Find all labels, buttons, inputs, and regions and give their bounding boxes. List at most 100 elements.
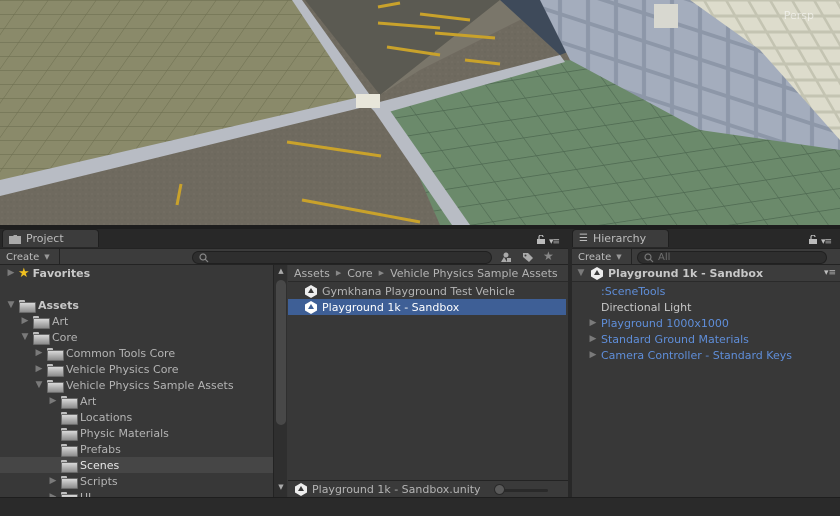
collapse-arrow-icon[interactable]: ▼ — [34, 380, 44, 390]
expand-arrow-icon[interactable]: ▶ — [588, 318, 598, 328]
folder-tree-item[interactable]: ▶ Art — [0, 393, 273, 409]
scene-view-projection-label[interactable]: Persp — [784, 9, 814, 22]
hierarchy-item-label: Camera Controller - Standard Keys — [601, 348, 792, 362]
hierarchy-item[interactable]: ▶ Camera Controller - Standard Keys — [572, 347, 840, 363]
project-file-list: Assets ▶ Core ▶ Vehicle Physics Sample A… — [288, 265, 568, 497]
collapse-arrow-icon[interactable]: ▼ — [20, 332, 30, 342]
tab-hierarchy[interactable]: ☰ Hierarchy — [572, 229, 669, 247]
folder-tree-item[interactable]: ▶ Vehicle Physics Core — [0, 361, 273, 377]
search-by-label-icon[interactable] — [522, 252, 534, 263]
hierarchy-create-button[interactable]: Create ▼ — [572, 249, 632, 265]
scene-viewport-render — [0, 0, 840, 225]
folder-icon — [47, 379, 64, 393]
hierarchy-toolbar: Create ▼ All — [572, 248, 840, 265]
hierarchy-list-icon: ☰ — [579, 233, 588, 244]
folder-icon — [33, 315, 50, 329]
collapse-arrow-icon[interactable]: ▼ — [6, 300, 16, 310]
folder-icon — [19, 299, 36, 313]
folder-tree-item[interactable]: ▼ Core — [0, 329, 273, 345]
expand-arrow-icon[interactable]: ▶ — [48, 396, 58, 406]
folder-icon — [61, 395, 78, 409]
selected-asset-path: Playground 1k - Sandbox.unity — [312, 482, 481, 496]
hierarchy-search-input[interactable]: All — [637, 251, 827, 264]
tab-project[interactable]: Project — [2, 229, 99, 247]
file-item-selected[interactable]: Playground 1k - Sandbox — [288, 299, 566, 315]
breadcrumb-item[interactable]: Core — [347, 267, 372, 280]
search-icon — [199, 252, 209, 262]
breadcrumb-item[interactable]: Assets — [294, 267, 330, 280]
breadcrumb-separator-icon: ▶ — [378, 269, 385, 277]
folder-tree-item[interactable]: ▶ Scripts — [0, 473, 273, 489]
breadcrumb: Assets ▶ Core ▶ Vehicle Physics Sample A… — [288, 265, 568, 282]
scene-header-row[interactable]: ▼ Playground 1k - Sandbox ▾≡ — [572, 265, 840, 282]
folder-tree-item[interactable]: ▼ Assets — [0, 297, 273, 313]
breadcrumb-item[interactable]: Vehicle Physics Sample Assets — [390, 267, 558, 280]
hierarchy-item[interactable]: :SceneTools — [572, 283, 840, 299]
project-search-input[interactable] — [192, 251, 492, 264]
hierarchy-item-label: Standard Ground Materials — [601, 332, 749, 346]
expand-arrow-icon[interactable]: ▶ — [34, 364, 44, 374]
dropdown-caret-icon: ▼ — [616, 253, 622, 261]
hierarchy-item[interactable]: Directional Light — [572, 299, 840, 315]
hierarchy-item[interactable]: ▶ Playground 1000x1000 — [572, 315, 840, 331]
folder-tree-item[interactable]: Physic Materials — [0, 425, 273, 441]
expand-arrow-icon[interactable]: ▶ — [588, 334, 598, 344]
scene-menu-icon[interactable]: ▾≡ — [824, 268, 836, 278]
folder-tree-item[interactable]: ▶ Common Tools Core — [0, 345, 273, 361]
folder-tree-item[interactable]: Prefabs — [0, 441, 273, 457]
folder-tree-item[interactable]: Scenes — [0, 457, 273, 473]
file-item-label: Gymkhana Playground Test Vehicle — [322, 284, 515, 298]
folder-tree-item-label: Physic Materials — [80, 426, 169, 440]
folder-tree-item-label: Vehicle Physics Sample Assets — [66, 378, 234, 392]
folder-icon — [61, 411, 78, 425]
expand-arrow-icon[interactable]: ▶ — [34, 348, 44, 358]
status-bar — [0, 497, 840, 516]
lock-icon[interactable] — [537, 235, 545, 244]
panel-menu-icon[interactable]: ▾≡ — [549, 237, 560, 247]
collapse-arrow-icon[interactable]: ▼ — [576, 268, 586, 278]
hierarchy-item[interactable]: ▶ Standard Ground Materials — [572, 331, 840, 347]
favorites-row[interactable]: ▶ ★ Favorites — [0, 265, 273, 281]
scroll-up-icon[interactable]: ▲ — [274, 267, 288, 279]
file-item-label: Playground 1k - Sandbox — [322, 300, 460, 314]
file-item[interactable]: Gymkhana Playground Test Vehicle — [288, 283, 568, 299]
folder-icon — [9, 234, 21, 244]
hierarchy-item-label: :SceneTools — [601, 284, 666, 298]
scene-name: Playground 1k - Sandbox — [608, 266, 764, 280]
folder-tree-item[interactable]: ▼ Vehicle Physics Sample Assets — [0, 377, 273, 393]
folder-tree-item-label: Scripts — [80, 474, 118, 488]
project-create-button[interactable]: Create ▼ — [0, 249, 60, 265]
unity-scene-icon — [295, 482, 307, 496]
lock-icon[interactable] — [809, 235, 817, 244]
favorites-label: Favorites — [32, 266, 91, 280]
scene-view[interactable]: Persp — [0, 0, 840, 225]
search-by-type-icon[interactable] — [500, 252, 512, 263]
project-toolbar: Create ▼ ★ — [0, 248, 568, 265]
expand-arrow-icon[interactable]: ▶ — [48, 476, 58, 486]
icon-size-slider[interactable] — [498, 489, 548, 492]
folder-icon — [47, 347, 64, 361]
breadcrumb-separator-icon: ▶ — [335, 269, 342, 277]
scroll-down-icon[interactable]: ▼ — [274, 483, 288, 495]
folder-tree-item-label: Vehicle Physics Core — [66, 362, 179, 376]
expand-arrow-icon[interactable]: ▶ — [588, 350, 598, 360]
selected-asset-path-bar: Playground 1k - Sandbox.unity — [288, 480, 568, 497]
tab-hierarchy-label: Hierarchy — [592, 232, 647, 245]
project-tree-scrollbar[interactable]: ▲ ▼ — [273, 265, 287, 497]
expand-arrow-icon[interactable]: ▶ — [6, 268, 16, 278]
icon-size-slider-knob[interactable] — [494, 484, 505, 495]
folder-tree-item[interactable]: Locations — [0, 409, 273, 425]
folder-icon — [33, 331, 50, 345]
folder-tree-item[interactable]: ▶ UI — [0, 489, 273, 497]
unity-scene-icon — [305, 300, 317, 314]
panel-menu-icon[interactable]: ▾≡ — [821, 237, 832, 247]
favorite-star-icon[interactable]: ★ — [543, 249, 554, 263]
hierarchy-item-label: Playground 1000x1000 — [601, 316, 729, 330]
project-create-label: Create — [6, 251, 40, 263]
hierarchy-item-label: Directional Light — [601, 300, 692, 314]
expand-arrow-icon[interactable]: ▶ — [20, 316, 30, 326]
scrollbar-thumb[interactable] — [276, 280, 286, 425]
folder-tree-item-label: Scenes — [80, 458, 120, 472]
folder-tree-item[interactable]: ▶ Art — [0, 313, 273, 329]
folder-icon — [61, 427, 78, 441]
